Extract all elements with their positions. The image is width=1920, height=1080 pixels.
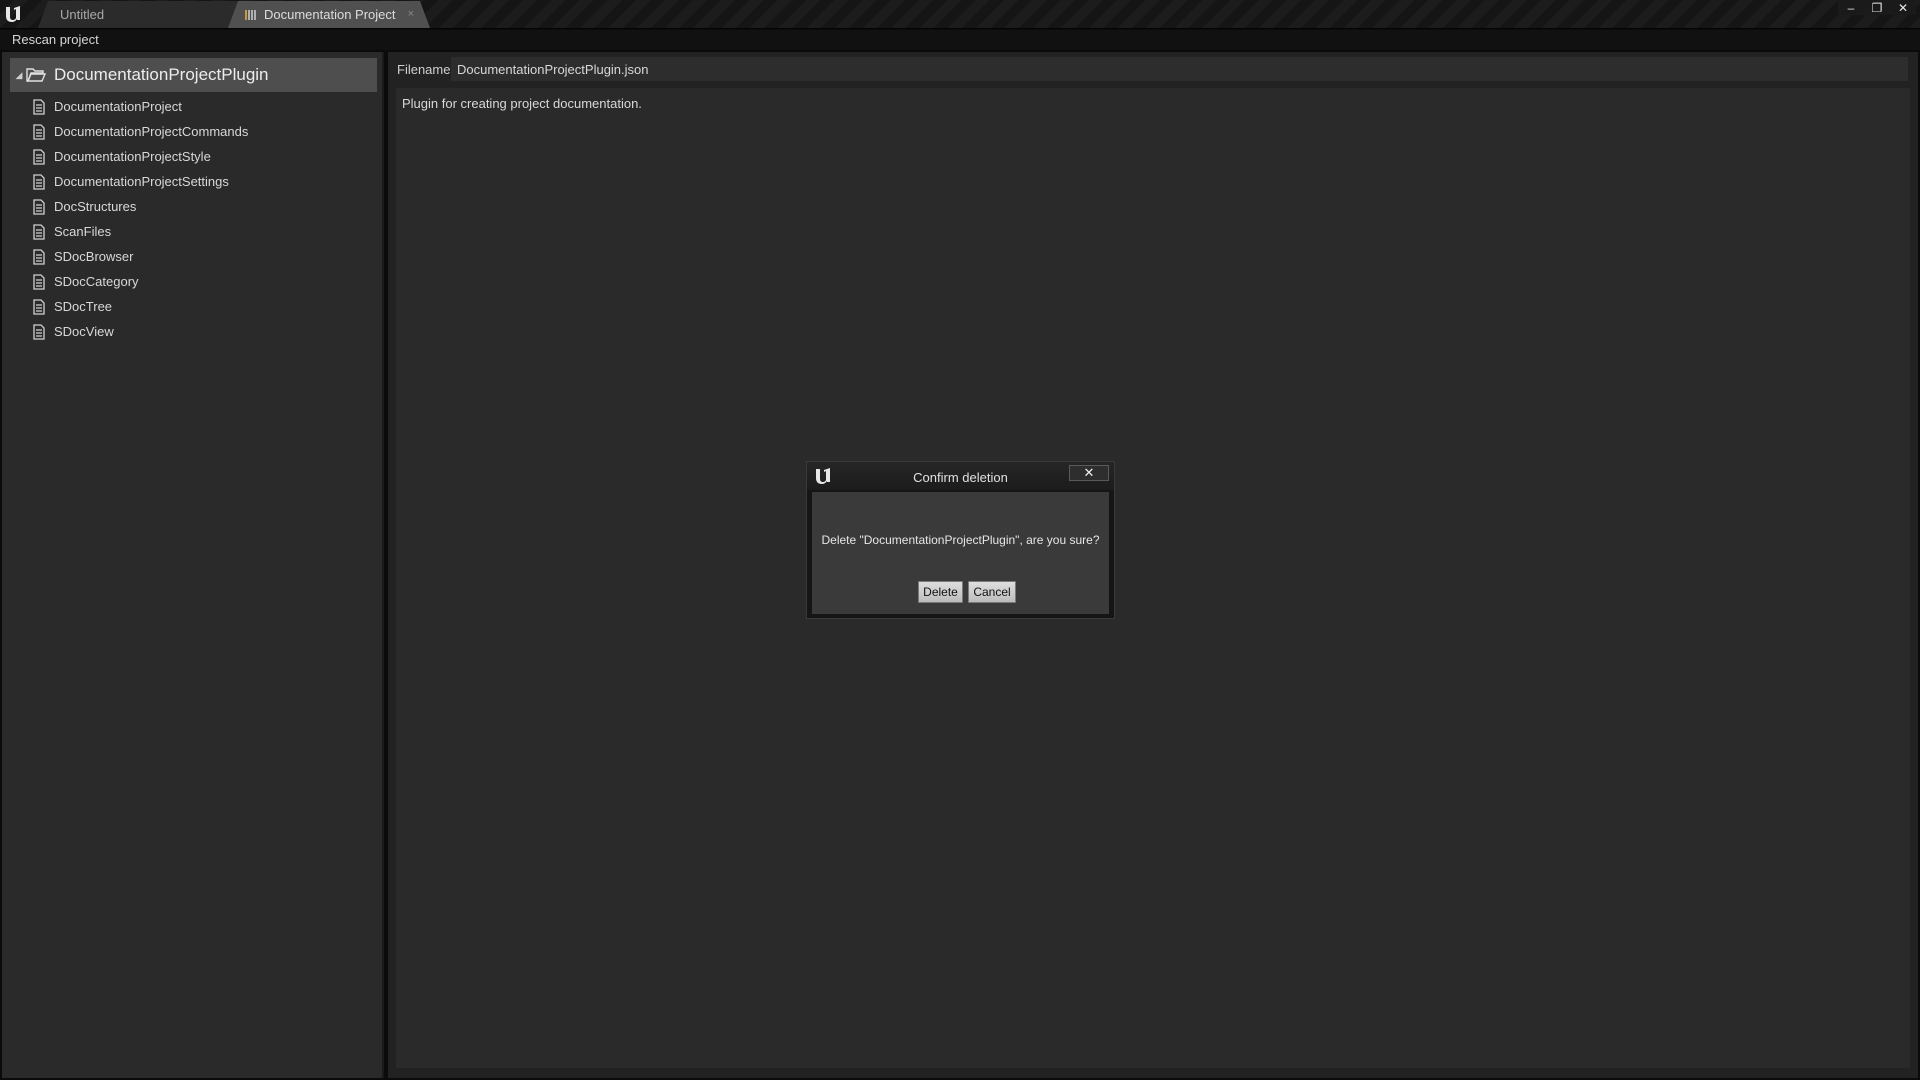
details-panel: Filename DocumentationProjectPlugin.json… <box>388 52 1918 1078</box>
tree-root-item[interactable]: ◢ DocumentationProjectPlugin <box>10 58 377 92</box>
tree-item-label: SDocBrowser <box>54 249 134 264</box>
minimize-button[interactable]: ‒ <box>1838 0 1864 15</box>
tree-item-label: DocStructures <box>54 199 137 214</box>
dialog-body: Delete "DocumentationProjectPlugin", are… <box>812 492 1109 614</box>
dialog-title-bar[interactable]: Confirm deletion ✕ <box>807 462 1114 490</box>
filename-row: Filename DocumentationProjectPlugin.json <box>388 56 1908 82</box>
tab-documentation-project[interactable]: Documentation Project × <box>228 1 430 28</box>
description-area[interactable]: Plugin for creating project documentatio… <box>396 88 1910 1068</box>
delete-button[interactable]: Delete <box>918 581 963 603</box>
tree-item-label: ScanFiles <box>54 224 112 239</box>
tree-item[interactable]: SDocCategory <box>32 269 248 294</box>
tree-item-label: DocumentationProject <box>54 99 182 114</box>
tree-items: DocumentationProject DocumentationProjec… <box>32 94 248 344</box>
tree-item[interactable]: DocumentationProject <box>32 94 248 119</box>
filename-field[interactable]: DocumentationProjectPlugin.json <box>451 57 1908 81</box>
file-icon <box>32 173 46 190</box>
dialog-message: Delete "DocumentationProjectPlugin", are… <box>821 533 1100 547</box>
cancel-button[interactable]: Cancel <box>968 581 1016 603</box>
folder-open-icon <box>26 67 46 83</box>
unreal-logo-icon[interactable] <box>0 0 26 27</box>
file-icon <box>32 123 46 140</box>
tree-item-label: SDocView <box>54 324 114 339</box>
plugin-tree-panel: ◢ DocumentationProjectPlugin Documentati… <box>2 52 384 1078</box>
tree-item[interactable]: ScanFiles <box>32 219 248 244</box>
file-icon <box>32 148 46 165</box>
filename-label: Filename <box>397 61 451 77</box>
tree-root-label: DocumentationProjectPlugin <box>54 65 269 84</box>
tree-item[interactable]: DocumentationProjectCommands <box>32 119 248 144</box>
file-icon <box>32 298 46 315</box>
file-icon <box>32 198 46 215</box>
tree-item[interactable]: SDocBrowser <box>32 244 248 269</box>
tree-item[interactable]: DocStructures <box>32 194 248 219</box>
file-icon <box>32 223 46 240</box>
tree-item[interactable]: SDocView <box>32 319 248 344</box>
tree-item[interactable]: DocumentationProjectSettings <box>32 169 248 194</box>
close-window-button[interactable]: ✕ <box>1890 0 1916 15</box>
title-bar: Untitled Documentation Project × ‒ ❐ ✕ <box>0 0 1920 29</box>
tab-untitled[interactable]: Untitled <box>38 1 238 28</box>
tab-label: Untitled <box>60 7 105 22</box>
tree-item-label: DocumentationProjectSettings <box>54 174 229 189</box>
file-icon <box>32 273 46 290</box>
tree-item-label: SDocCategory <box>54 274 139 289</box>
tree-item-label: DocumentationProjectCommands <box>54 124 249 139</box>
file-icon <box>32 248 46 265</box>
rescan-project-button[interactable]: Rescan project <box>12 32 99 47</box>
dialog-title: Confirm deletion <box>913 470 1008 485</box>
tree-item[interactable]: SDocTree <box>32 294 248 319</box>
restore-button[interactable]: ❐ <box>1864 0 1890 15</box>
tree-item-label: DocumentationProjectStyle <box>54 149 211 164</box>
toolbar: Rescan project <box>0 30 1920 50</box>
expand-caret-icon[interactable]: ◢ <box>12 70 26 81</box>
tab-close-icon[interactable]: × <box>408 8 414 20</box>
file-icon <box>32 323 46 340</box>
tab-app-icon <box>244 8 258 22</box>
tab-label: Documentation Project <box>264 7 396 22</box>
description-text: Plugin for creating project documentatio… <box>402 96 642 111</box>
confirm-deletion-dialog: Confirm deletion ✕ Delete "Documentation… <box>806 461 1115 619</box>
file-icon <box>32 98 46 115</box>
dialog-close-button[interactable]: ✕ <box>1069 465 1109 481</box>
tree-item[interactable]: DocumentationProjectStyle <box>32 144 248 169</box>
window-controls: ‒ ❐ ✕ <box>1838 0 1916 15</box>
tree-item-label: SDocTree <box>54 299 113 314</box>
